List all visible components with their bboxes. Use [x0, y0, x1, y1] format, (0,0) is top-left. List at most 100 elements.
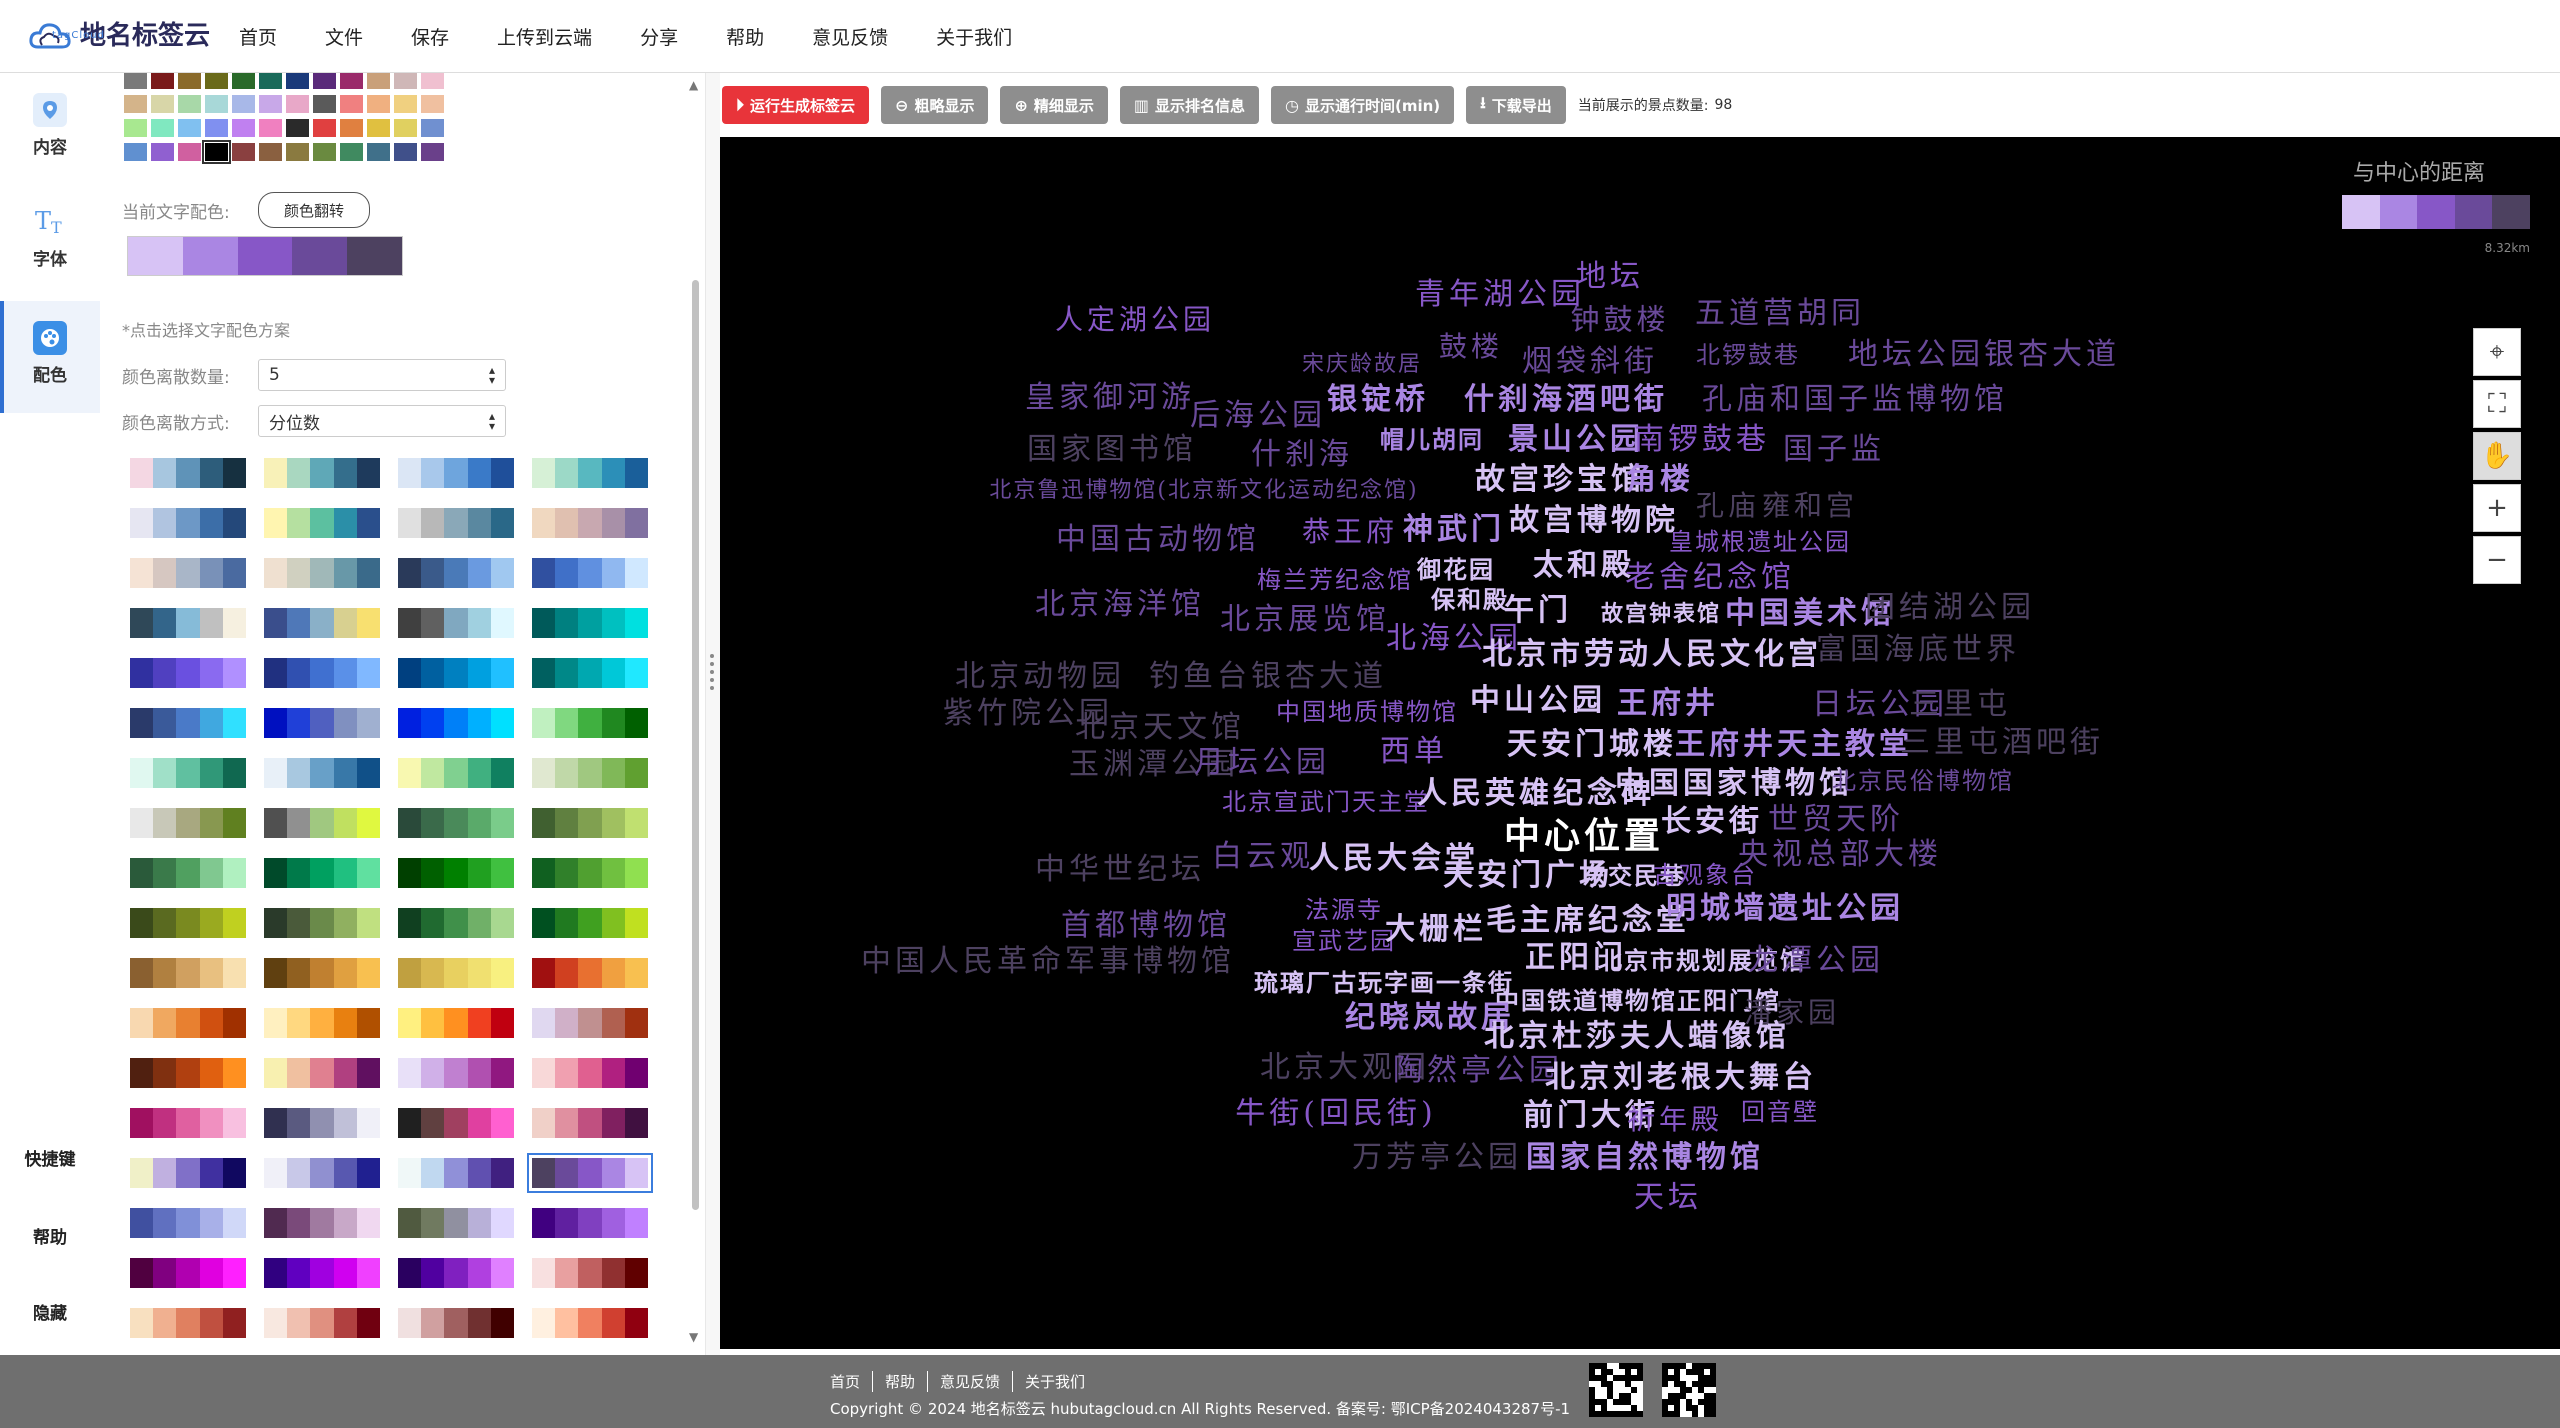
color-swatch[interactable]: [313, 143, 336, 161]
palette-option[interactable]: [398, 608, 515, 638]
color-count-select[interactable]: 5 ▴ ▾: [258, 359, 506, 391]
tag-word[interactable]: 人定湖公园: [1055, 306, 1215, 334]
nav-upload-cloud[interactable]: 上传到云端: [497, 23, 592, 50]
palette-option[interactable]: [264, 758, 381, 788]
scroll-up-icon[interactable]: ▲: [689, 78, 698, 92]
color-swatch[interactable]: [313, 95, 336, 113]
nav-home[interactable]: 首页: [239, 23, 277, 50]
palette-option[interactable]: [130, 1308, 247, 1338]
tag-word[interactable]: 中国铁道博物馆正阳门馆: [1495, 989, 1781, 1013]
color-swatch[interactable]: [124, 73, 147, 89]
tag-word[interactable]: 央视总部大楼: [1738, 840, 1942, 870]
tag-word[interactable]: 梅兰芳纪念馆: [1257, 568, 1413, 592]
color-swatch[interactable]: [421, 119, 444, 137]
color-swatch[interactable]: [367, 95, 390, 113]
palette-option[interactable]: [532, 758, 649, 788]
palette-option[interactable]: [130, 458, 247, 488]
tag-word[interactable]: 白云观: [1212, 842, 1314, 872]
tag-word[interactable]: 五道营胡同: [1695, 299, 1865, 329]
nav-help[interactable]: 帮助: [726, 23, 764, 50]
palette-option[interactable]: [264, 558, 381, 588]
palette-option[interactable]: [398, 858, 515, 888]
tag-word[interactable]: 中山公园: [1470, 686, 1606, 716]
color-swatch[interactable]: [124, 95, 147, 113]
sidebar-tab-color[interactable]: 配色: [0, 301, 100, 413]
tag-word[interactable]: 中国国家博物馆: [1615, 769, 1853, 799]
color-swatch[interactable]: [259, 143, 282, 161]
color-swatch[interactable]: [151, 143, 174, 161]
palette-option[interactable]: [532, 558, 649, 588]
tag-word[interactable]: 北京民俗博物馆: [1832, 769, 2014, 793]
color-swatch[interactable]: [286, 95, 309, 113]
tag-word[interactable]: 三里屯: [1909, 690, 2011, 720]
palette-option[interactable]: [264, 1158, 381, 1188]
color-swatch[interactable]: [178, 143, 201, 161]
tag-word[interactable]: 后海公园: [1190, 401, 1326, 431]
palette-option[interactable]: [532, 1308, 649, 1338]
tag-word[interactable]: 西单: [1380, 737, 1448, 767]
tag-word[interactable]: 首都博物馆: [1061, 911, 1231, 941]
tag-word[interactable]: 王府井天主教堂: [1675, 730, 1913, 760]
center-position-label[interactable]: 中心位置: [1504, 819, 1664, 855]
sidebar-hide[interactable]: 隐藏: [0, 1299, 100, 1324]
footer-link-feedback[interactable]: 意见反馈: [928, 1371, 1014, 1392]
palette-option[interactable]: [264, 808, 381, 838]
color-swatch[interactable]: [421, 95, 444, 113]
tag-word[interactable]: 南锣鼓巷: [1634, 425, 1770, 455]
palette-option[interactable]: [264, 1058, 381, 1088]
panel-divider[interactable]: [705, 73, 720, 1355]
tag-word[interactable]: 团结湖公园: [1865, 593, 2035, 623]
tag-word[interactable]: 三里屯酒吧街: [1900, 728, 2104, 758]
palette-option[interactable]: [398, 1108, 515, 1138]
palette-option[interactable]: [264, 1308, 381, 1338]
color-swatch[interactable]: [421, 73, 444, 89]
tag-word[interactable]: 什刹海酒吧街: [1464, 385, 1668, 415]
palette-option[interactable]: [398, 808, 515, 838]
tag-word[interactable]: 地坛公园银杏大道: [1848, 340, 2120, 370]
color-swatch[interactable]: [178, 119, 201, 137]
tag-word[interactable]: 银锭桥: [1327, 385, 1429, 415]
tag-word[interactable]: 北锣鼓巷: [1696, 343, 1800, 367]
tag-word[interactable]: 北京天文馆: [1075, 713, 1245, 743]
palette-option[interactable]: [264, 1008, 381, 1038]
palette-option[interactable]: [130, 858, 247, 888]
tag-word[interactable]: 孔庙: [1696, 492, 1760, 520]
tag-word[interactable]: 故宫珍宝馆: [1475, 465, 1645, 495]
color-swatch[interactable]: [259, 119, 282, 137]
palette-option[interactable]: [532, 958, 649, 988]
tag-word[interactable]: 中国古动物馆: [1056, 525, 1260, 555]
panel-scrollbar[interactable]: [692, 280, 699, 1210]
color-swatch[interactable]: [367, 143, 390, 161]
palette-option[interactable]: [532, 508, 649, 538]
palette-option[interactable]: [398, 758, 515, 788]
tag-word[interactable]: 世贸天阶: [1768, 805, 1904, 835]
locate-icon[interactable]: ⌖: [2473, 328, 2521, 376]
tag-word[interactable]: 什刹海: [1251, 440, 1353, 470]
color-swatch[interactable]: [151, 119, 174, 137]
tag-word[interactable]: 祈年殿: [1627, 1106, 1723, 1134]
palette-option[interactable]: [398, 1308, 515, 1338]
nav-file[interactable]: 文件: [325, 23, 363, 50]
palette-option[interactable]: [130, 658, 247, 688]
color-swatch[interactable]: [286, 73, 309, 89]
tag-word[interactable]: 回音壁: [1741, 1100, 1819, 1124]
tag-word[interactable]: 皇城根遗址公园: [1669, 530, 1851, 554]
sidebar-tab-font[interactable]: TT 字体: [0, 185, 100, 297]
palette-option[interactable]: [532, 608, 649, 638]
tag-word[interactable]: 毛主席纪念堂: [1486, 906, 1690, 936]
color-swatch[interactable]: [367, 73, 390, 89]
color-flip-button[interactable]: 颜色翻转: [258, 192, 370, 228]
palette-option[interactable]: [398, 958, 515, 988]
sidebar-shortcuts[interactable]: 快捷键: [0, 1145, 100, 1170]
color-swatch[interactable]: [232, 95, 255, 113]
palette-option[interactable]: [130, 608, 247, 638]
pan-hand-icon[interactable]: ✋: [2473, 432, 2521, 480]
palette-option[interactable]: [398, 458, 515, 488]
palette-option[interactable]: [130, 1008, 247, 1038]
palette-option[interactable]: [130, 1108, 247, 1138]
palette-option[interactable]: [398, 658, 515, 688]
tag-word[interactable]: 中国地质博物馆: [1276, 700, 1458, 724]
palette-option[interactable]: [264, 908, 381, 938]
palette-option[interactable]: [264, 708, 381, 738]
tag-word[interactable]: 天坛: [1634, 1183, 1702, 1213]
